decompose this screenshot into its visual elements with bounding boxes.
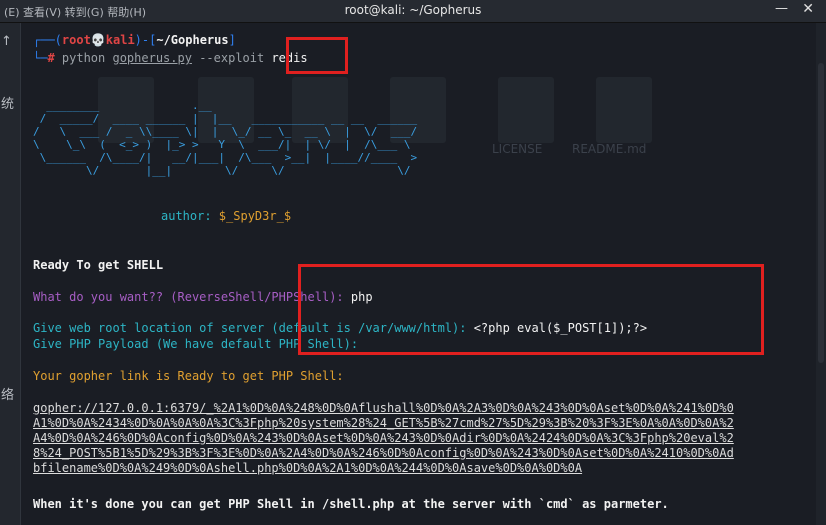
gopher-link-line[interactable]: A4%0D%0A%246%0D%0Aconfig%0D%0A%243%0D%0A… [33,431,734,446]
background-file-label: LICENSE [492,142,543,156]
gopher-ready-message: Your gopher link is Ready to get PHP She… [33,369,344,383]
author-name: $_SpyD3r_$ [218,209,292,223]
prompt-line-2: └─# python gopherus.py --exploit redis [33,51,308,66]
up-arrow-icon: ↑ [1,34,12,49]
highlight-box-command [286,37,348,74]
prompt-separator: )-[ [134,33,157,47]
window-title: root@kali: ~/Gopherus [344,3,482,17]
gopher-link-line[interactable]: gopher://127.0.0.1:6379/_%2A1%0D%0A%248%… [33,401,734,416]
gopherus-ascii-logo: ________ .__ / _____/ ____ ______ | |__ … [33,99,418,177]
command-flag: --exploit [191,51,272,65]
sidebar-partial-label-1: 统 [1,97,15,112]
gopher-link-line[interactable]: 8%24_POST%5B1%5D%29%3B%3F%3E%0D%0A%2A4%0… [33,446,734,461]
prompt-corner: └─ [33,51,48,65]
background-file-icon [498,77,554,143]
background-file-label: README.md [572,142,647,156]
prompt-user: root [61,33,91,47]
highlight-box-inputs [298,264,764,355]
close-icon[interactable]: ✕ [802,1,814,17]
minimize-icon[interactable]: — [775,1,788,16]
skull-icon: 💀 [90,33,106,47]
prompt-hash: # [47,51,55,65]
done-message: When it's done you can get PHP Shell in … [33,497,669,511]
scrollbar-thumb[interactable] [818,63,824,363]
prompt-line-1: ┌──(root💀kali)-[~/Gopherus] [33,33,236,48]
command-script: gopherus.py [112,51,192,65]
prompt-corner: ┌──( [33,33,62,47]
author-line: author: $_SpyD3r_$ [161,209,291,224]
terminal-content[interactable]: LICENSE README.md ┌──(root💀kali)-[~/Goph… [20,23,816,525]
title-bar[interactable]: (E) 查看(V) 转到(G) 帮助(H) root@kali: ~/Gophe… [0,0,826,23]
author-label: author: [161,209,219,223]
prompt-bracket: ] [228,33,236,47]
background-file-manager-sidebar: ↑ 统 络 [0,23,21,525]
sidebar-partial-label-2: 络 [1,388,15,403]
prompt-path: ~/Gopherus [156,33,229,47]
gopher-link-line[interactable]: A1%0D%0A%2434%0D%0A%0A%0A%3C%3Fphp%20sys… [33,416,734,431]
scrollbar[interactable] [816,23,826,525]
background-file-icon [596,77,652,143]
prompt-host: kali [105,33,135,47]
ready-heading: Ready To get SHELL [33,258,164,272]
gopher-link-line[interactable]: bfilename%0D%0A%249%0D%0Ashell.php%0D%0A… [33,461,582,476]
terminal-window: (E) 查看(V) 转到(G) 帮助(H) root@kali: ~/Gophe… [0,0,826,525]
command-python: python [54,51,113,65]
